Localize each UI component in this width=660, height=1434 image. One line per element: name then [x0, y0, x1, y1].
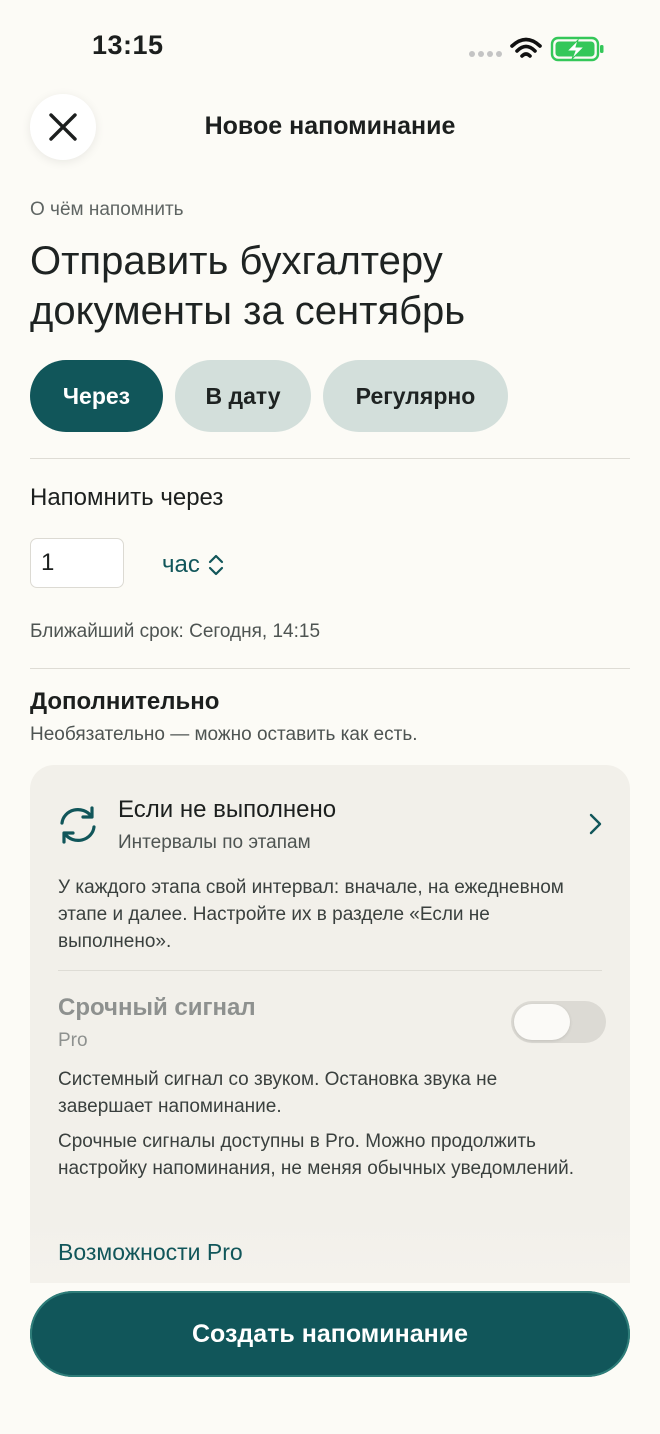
reminder-text[interactable]: Отправить бухгалтеру документы за сентяб…	[30, 236, 630, 336]
toggle-knob	[514, 1004, 570, 1040]
what-label: О чём напомнить	[30, 199, 184, 220]
urgent-signal-title: Срочный сигнал	[58, 994, 256, 1021]
if-not-done-subtitle: Интервалы по этапам	[118, 832, 311, 853]
if-not-done-title: Если не выполнено	[118, 796, 337, 823]
if-not-done-description: У каждого этапа свой интервал: вначале, …	[58, 877, 564, 952]
unit-label: час	[162, 551, 200, 578]
signal-icon	[469, 51, 502, 57]
remind-in-label: Напомнить через	[30, 484, 224, 511]
page-title: Новое напоминание	[204, 112, 456, 140]
battery-charging-icon	[550, 36, 604, 62]
divider	[30, 668, 630, 669]
wifi-icon	[510, 37, 542, 58]
deadline-text: Ближайший срок: Сегодня, 14:15	[30, 621, 321, 642]
extra-title: Дополнительно	[30, 688, 220, 715]
pro-features-link[interactable]: Возможности Pro	[58, 1239, 243, 1266]
status-icons	[469, 36, 604, 62]
urgent-pro-note: Срочные сигналы доступны в Pro. Можно пр…	[58, 1131, 575, 1179]
urgent-signal-description: Системный сигнал со звуком. Остановка зв…	[58, 1069, 498, 1117]
status-time: 13:15	[92, 30, 164, 60]
tab-on-date[interactable]: В дату	[175, 360, 311, 432]
refresh-icon	[60, 806, 96, 844]
chevron-right-icon	[589, 813, 602, 835]
amount-input[interactable]	[30, 538, 124, 588]
divider	[58, 970, 602, 971]
pro-badge: Pro	[58, 1030, 88, 1051]
chevron-up-down-icon	[208, 554, 223, 576]
extra-subtitle: Необязательно — можно оставить как есть.	[30, 724, 418, 745]
create-reminder-button[interactable]: Создать напоминание	[30, 1291, 630, 1377]
divider	[30, 458, 630, 459]
tab-after[interactable]: Через	[30, 360, 163, 432]
unit-select[interactable]: час	[162, 548, 224, 582]
tab-recurring[interactable]: Регулярно	[323, 360, 508, 432]
